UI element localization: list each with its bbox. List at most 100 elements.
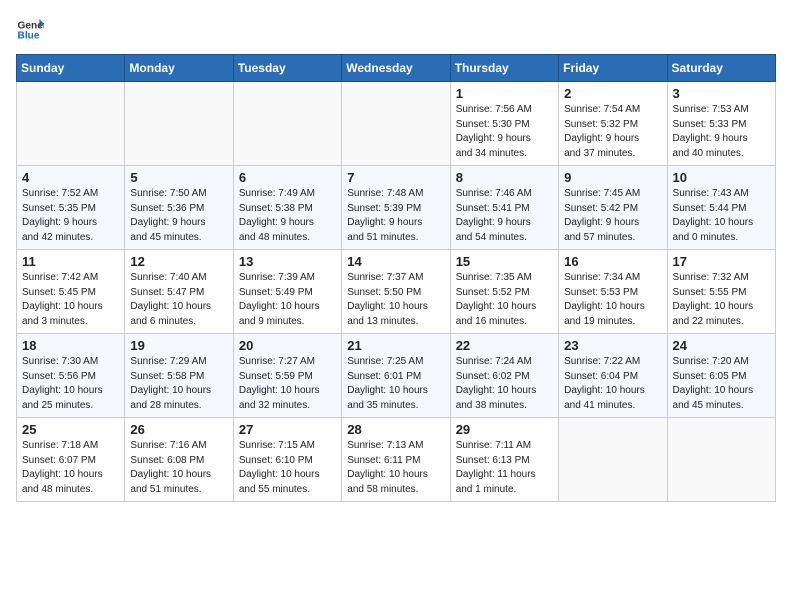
day-number: 9: [564, 170, 661, 185]
calendar-cell: 21 Sunrise: 7:25 AMSunset: 6:01 PMDayligh…: [342, 334, 450, 418]
day-number: 8: [456, 170, 553, 185]
day-info: Sunrise: 7:16 AMSunset: 6:08 PMDaylight:…: [130, 439, 227, 497]
day-info: Sunrise: 7:34 AMSunset: 5:53 PMDaylight:…: [564, 271, 661, 329]
calendar-cell: [559, 418, 667, 502]
day-number: 2: [564, 86, 661, 101]
day-info: Sunrise: 7:13 AMSunset: 6:11 PMDaylight:…: [347, 439, 444, 497]
logo: General Blue: [16, 16, 44, 44]
day-info: Sunrise: 7:52 AMSunset: 5:35 PMDaylight:…: [22, 187, 119, 245]
day-info: Sunrise: 7:46 AMSunset: 5:41 PMDaylight:…: [456, 187, 553, 245]
calendar-cell: 20Sunrise: 7:27 AMSunset: 5:59 PMDayligh…: [233, 334, 341, 418]
weekday-header-sunday: Sunday: [17, 55, 125, 82]
day-number: 27: [239, 422, 336, 437]
day-info: Sunrise: 7:25 AMSunset: 6:01 PMDaylight:…: [347, 355, 444, 413]
calendar-cell: [17, 82, 125, 166]
day-number: 20: [239, 338, 336, 353]
day-info: Sunrise: 7:24 AMSunset: 6:02 PMDaylight:…: [456, 355, 553, 413]
calendar-cell: 6 Sunrise: 7:49 AMSunset: 5:38 PMDaylight…: [233, 166, 341, 250]
day-number: 29: [456, 422, 553, 437]
day-number: 21: [347, 338, 444, 353]
day-number: 28: [347, 422, 444, 437]
calendar-cell: 29 Sunrise: 7:11 AMSunset: 6:13 PMDayligh…: [450, 418, 558, 502]
day-number: 25: [22, 422, 119, 437]
calendar-cell: 25 Sunrise: 7:18 AMSunset: 6:07 PMDayligh…: [17, 418, 125, 502]
day-info: Sunrise: 7:18 AMSunset: 6:07 PMDaylight:…: [22, 439, 119, 497]
day-info: Sunrise: 7:20 AMSunset: 6:05 PMDaylight:…: [673, 355, 770, 413]
calendar-cell: 28 Sunrise: 7:13 AMSunset: 6:11 PMDayligh…: [342, 418, 450, 502]
day-number: 10: [673, 170, 770, 185]
calendar-cell: 2Sunrise: 7:54 AMSunset: 5:32 PMDaylight…: [559, 82, 667, 166]
weekday-header-wednesday: Wednesday: [342, 55, 450, 82]
day-number: 11: [22, 254, 119, 269]
day-info: Sunrise: 7:50 AMSunset: 5:36 PMDaylight:…: [130, 187, 227, 245]
calendar-cell: 13 Sunrise: 7:39 AMSunset: 5:49 PMDayligh…: [233, 250, 341, 334]
calendar-cell: 22Sunrise: 7:24 AMSunset: 6:02 PMDayligh…: [450, 334, 558, 418]
calendar-cell: 27 Sunrise: 7:15 AMSunset: 6:10 PMDayligh…: [233, 418, 341, 502]
calendar-cell: 17Sunrise: 7:32 AMSunset: 5:55 PMDayligh…: [667, 250, 775, 334]
day-info: Sunrise: 7:11 AMSunset: 6:13 PMDaylight:…: [456, 439, 553, 497]
day-info: Sunrise: 7:30 AMSunset: 5:56 PMDaylight:…: [22, 355, 119, 413]
calendar-body: 1 Sunrise: 7:56 AMSunset: 5:30 PMDaylight…: [17, 82, 776, 502]
day-number: 14: [347, 254, 444, 269]
day-number: 6: [239, 170, 336, 185]
day-number: 3: [673, 86, 770, 101]
day-info: Sunrise: 7:22 AMSunset: 6:04 PMDaylight:…: [564, 355, 661, 413]
calendar-cell: [125, 82, 233, 166]
calendar-cell: 12 Sunrise: 7:40 AMSunset: 5:47 PMDayligh…: [125, 250, 233, 334]
day-info: Sunrise: 7:48 AMSunset: 5:39 PMDaylight:…: [347, 187, 444, 245]
calendar-cell: 23 Sunrise: 7:22 AMSunset: 6:04 PMDayligh…: [559, 334, 667, 418]
day-info: Sunrise: 7:40 AMSunset: 5:47 PMDaylight:…: [130, 271, 227, 329]
weekday-header-tuesday: Tuesday: [233, 55, 341, 82]
calendar-cell: 5 Sunrise: 7:50 AMSunset: 5:36 PMDaylight…: [125, 166, 233, 250]
day-info: Sunrise: 7:43 AMSunset: 5:44 PMDaylight:…: [673, 187, 770, 245]
calendar-table: SundayMondayTuesdayWednesdayThursdayFrid…: [16, 54, 776, 502]
page-header: General Blue: [16, 16, 776, 44]
day-info: Sunrise: 7:53 AMSunset: 5:33 PMDaylight:…: [673, 103, 770, 161]
day-info: Sunrise: 7:39 AMSunset: 5:49 PMDaylight:…: [239, 271, 336, 329]
day-number: 1: [456, 86, 553, 101]
day-number: 5: [130, 170, 227, 185]
day-number: 18: [22, 338, 119, 353]
weekday-header-friday: Friday: [559, 55, 667, 82]
calendar-cell: 24 Sunrise: 7:20 AMSunset: 6:05 PMDayligh…: [667, 334, 775, 418]
day-info: Sunrise: 7:29 AMSunset: 5:58 PMDaylight:…: [130, 355, 227, 413]
calendar-cell: 8 Sunrise: 7:46 AMSunset: 5:41 PMDaylight…: [450, 166, 558, 250]
calendar-cell: 7 Sunrise: 7:48 AMSunset: 5:39 PMDaylight…: [342, 166, 450, 250]
calendar-cell: [233, 82, 341, 166]
calendar-cell: 18 Sunrise: 7:30 AMSunset: 5:56 PMDayligh…: [17, 334, 125, 418]
calendar-cell: [667, 418, 775, 502]
logo-icon: General Blue: [16, 16, 44, 44]
day-number: 12: [130, 254, 227, 269]
day-number: 19: [130, 338, 227, 353]
calendar-week-4: 18 Sunrise: 7:30 AMSunset: 5:56 PMDayligh…: [17, 334, 776, 418]
calendar-cell: 11 Sunrise: 7:42 AMSunset: 5:45 PMDayligh…: [17, 250, 125, 334]
calendar-week-2: 4 Sunrise: 7:52 AMSunset: 5:35 PMDaylight…: [17, 166, 776, 250]
day-number: 15: [456, 254, 553, 269]
day-info: Sunrise: 7:42 AMSunset: 5:45 PMDaylight:…: [22, 271, 119, 329]
day-number: 13: [239, 254, 336, 269]
day-number: 24: [673, 338, 770, 353]
calendar-week-3: 11 Sunrise: 7:42 AMSunset: 5:45 PMDayligh…: [17, 250, 776, 334]
day-info: Sunrise: 7:37 AMSunset: 5:50 PMDaylight:…: [347, 271, 444, 329]
day-info: Sunrise: 7:49 AMSunset: 5:38 PMDaylight:…: [239, 187, 336, 245]
calendar-cell: 9Sunrise: 7:45 AMSunset: 5:42 PMDaylight…: [559, 166, 667, 250]
weekday-header-thursday: Thursday: [450, 55, 558, 82]
day-number: 4: [22, 170, 119, 185]
weekday-header-saturday: Saturday: [667, 55, 775, 82]
day-number: 7: [347, 170, 444, 185]
day-info: Sunrise: 7:32 AMSunset: 5:55 PMDaylight:…: [673, 271, 770, 329]
day-number: 26: [130, 422, 227, 437]
day-number: 23: [564, 338, 661, 353]
day-info: Sunrise: 7:15 AMSunset: 6:10 PMDaylight:…: [239, 439, 336, 497]
calendar-cell: [342, 82, 450, 166]
calendar-cell: 16Sunrise: 7:34 AMSunset: 5:53 PMDayligh…: [559, 250, 667, 334]
calendar-cell: 1 Sunrise: 7:56 AMSunset: 5:30 PMDaylight…: [450, 82, 558, 166]
day-info: Sunrise: 7:56 AMSunset: 5:30 PMDaylight:…: [456, 103, 553, 161]
weekday-header-row: SundayMondayTuesdayWednesdayThursdayFrid…: [17, 55, 776, 82]
calendar-cell: 14 Sunrise: 7:37 AMSunset: 5:50 PMDayligh…: [342, 250, 450, 334]
svg-text:Blue: Blue: [18, 31, 40, 42]
calendar-cell: 3 Sunrise: 7:53 AMSunset: 5:33 PMDaylight…: [667, 82, 775, 166]
calendar-cell: 15Sunrise: 7:35 AMSunset: 5:52 PMDayligh…: [450, 250, 558, 334]
weekday-header-monday: Monday: [125, 55, 233, 82]
calendar-cell: 10 Sunrise: 7:43 AMSunset: 5:44 PMDayligh…: [667, 166, 775, 250]
